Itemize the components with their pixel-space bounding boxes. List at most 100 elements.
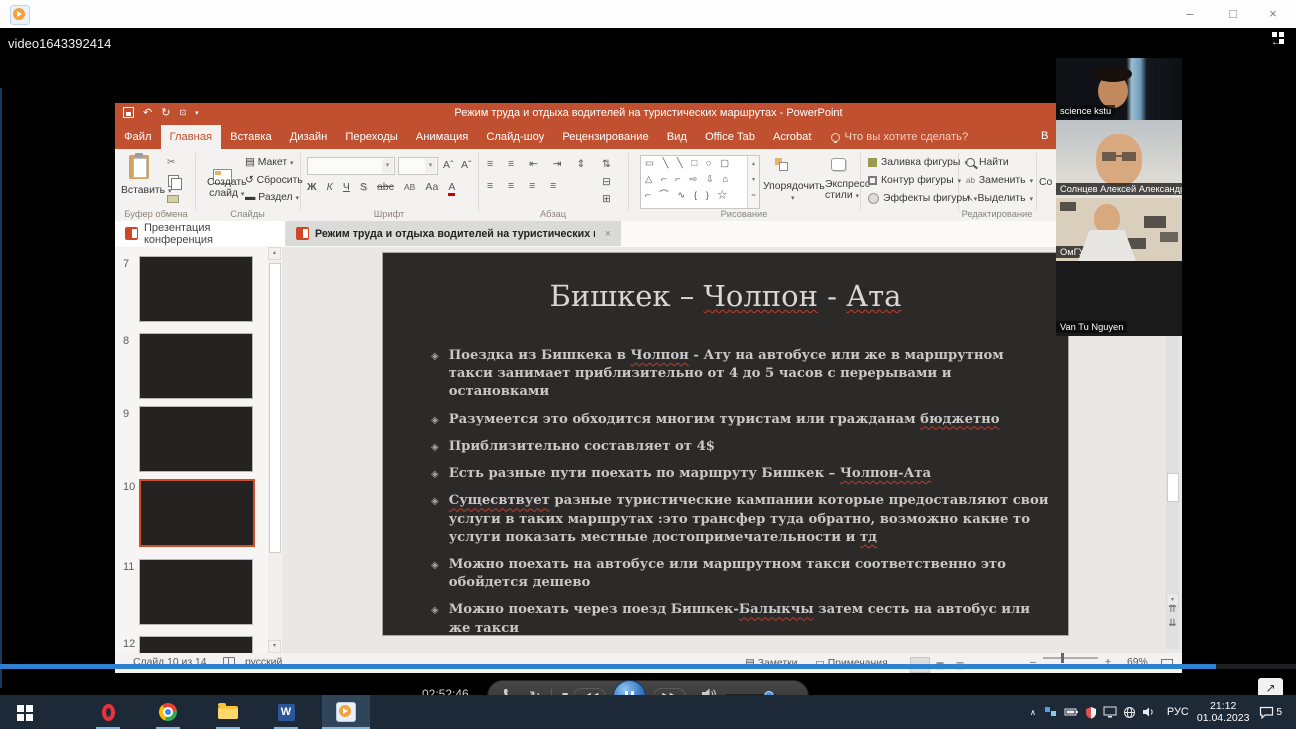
shrink-font-icon[interactable]: Аˇ — [461, 159, 472, 171]
language-switcher[interactable]: РУС — [1167, 706, 1189, 718]
video-canvas[interactable]: video1643392414 ← ↶ ↻ ⊡ ▾ Режим труда и … — [0, 28, 1296, 695]
align-text-icon[interactable]: ⊟ — [602, 176, 611, 188]
reset-button[interactable]: ↺ Сбросить — [245, 174, 303, 186]
close-button[interactable]: × — [1256, 0, 1290, 28]
start-button[interactable] — [0, 695, 48, 729]
shape-effects-button[interactable]: Эффекты фигуры▾ — [868, 193, 977, 204]
slide-body-text[interactable]: ◈Поездка из Бишкека в Чолпон - Ату на ав… — [431, 347, 1052, 647]
participant-name: ОмГУПС — [1056, 246, 1102, 258]
scroll-up-icon[interactable]: ▴ — [268, 247, 281, 260]
misspelled-word: Чолпон — [703, 279, 817, 313]
maximize-button[interactable]: □ — [1216, 0, 1250, 28]
tray-app-icon[interactable] — [1044, 706, 1058, 718]
tab-close-icon[interactable]: × — [605, 228, 611, 240]
list-buttons[interactable]: ≡ ≡ ⇤ ⇥ ⇕ — [487, 158, 591, 170]
bold-button[interactable]: Ж — [307, 181, 317, 193]
shape-fill-button[interactable]: Заливка фигуры▾ — [868, 157, 968, 168]
zoom-slider-thumb[interactable] — [1061, 653, 1064, 663]
action-center-button[interactable]: 5 — [1259, 706, 1282, 719]
convert-smartart-icon[interactable]: ⊞ — [602, 193, 611, 205]
paste-icon[interactable] — [129, 155, 149, 179]
seek-bar[interactable] — [0, 664, 1296, 669]
minimize-button[interactable]: – — [1173, 0, 1207, 28]
display-icon[interactable] — [1103, 706, 1117, 718]
acrobat-text-fragment: Со — [1039, 177, 1052, 188]
network-globe-icon[interactable] — [1123, 706, 1136, 719]
shape-outline-button[interactable]: Контур фигуры▾ — [868, 175, 961, 186]
find-button[interactable]: Найти — [966, 157, 1009, 168]
slide-thumbnail-11[interactable]: 11 — [115, 559, 275, 629]
taskbar-word[interactable]: W — [266, 695, 306, 729]
hidden-icons-chevron[interactable]: ∧ — [1030, 708, 1036, 717]
lightbulb-icon — [831, 133, 840, 142]
bullet-glyph: ◈ — [431, 438, 439, 456]
slide-thumbnail-12[interactable]: 12 — [115, 636, 275, 653]
slide-title[interactable]: Бишкек – Чолпон - Ата — [383, 279, 1068, 313]
format-painter-icon[interactable] — [167, 195, 179, 203]
ribbon-tab-8[interactable]: Вид — [658, 125, 696, 149]
ribbon-tab-3[interactable]: Дизайн — [281, 125, 337, 149]
italic-button[interactable]: К — [327, 181, 333, 193]
ribbon-tab-7[interactable]: Рецензирование — [553, 125, 657, 149]
misspelled-word: Сущесвтвует — [449, 493, 550, 508]
ribbon-tab-6[interactable]: Слайд-шоу — [477, 125, 553, 149]
layout-button[interactable]: ▤ Макет ▾ — [245, 156, 294, 168]
change-case-button[interactable]: Аа — [425, 181, 438, 193]
clock[interactable]: 21:12 01.04.2023 — [1197, 700, 1250, 724]
cut-icon[interactable]: ✂ — [167, 157, 175, 168]
participant-tile-1[interactable]: Солнцев Алексей Александрович — [1056, 120, 1182, 198]
slide-editor[interactable]: Бишкек – Чолпон - Ата ◈Поездка из Бишкек… — [383, 253, 1068, 635]
font-name-combobox[interactable]: ▾ — [307, 157, 395, 175]
taskbar-opera[interactable] — [88, 695, 128, 729]
replace-button[interactable]: abЗаменить▾ — [966, 175, 1033, 186]
copy-icon[interactable] — [168, 175, 179, 187]
participant-tile-2[interactable]: ОмГУПС — [1056, 198, 1182, 261]
battery-icon[interactable] — [1064, 706, 1079, 718]
section-button[interactable]: ▬ Раздел ▾ — [245, 192, 299, 203]
volume-icon[interactable] — [1142, 706, 1156, 718]
taskbar-explorer[interactable] — [208, 695, 248, 729]
quick-styles-button[interactable]: Экспресс-стили ▾ — [825, 179, 873, 201]
underline-button[interactable]: Ч — [343, 181, 350, 193]
next-slide-icon[interactable]: ⇊ — [1166, 617, 1179, 631]
participant-tile-0[interactable]: science kstu — [1056, 58, 1182, 120]
select-button[interactable]: ↖Выделить▾ — [966, 193, 1033, 204]
text-direction-icon[interactable]: ⇅ — [602, 158, 611, 170]
ribbon-tab-5[interactable]: Анимация — [407, 125, 478, 149]
strikethrough-button[interactable]: abc — [377, 181, 394, 193]
text-shadow-button[interactable]: S — [360, 181, 367, 193]
previous-slide-icon[interactable]: ⇈ — [1166, 603, 1179, 617]
arrange-button[interactable]: Упорядочить▾ — [763, 181, 825, 203]
document-tab-2[interactable]: Режим труда и отдыха водителей на турист… — [286, 221, 621, 246]
slide-thumbnail-7[interactable]: 7 — [115, 256, 275, 326]
shapes-gallery[interactable]: ▭ ╲ ╲ □ ○ ▢△ ⌐ ⌐ ⇨ ⇩ ⌂⌐ ⌒ ∿ { } ☆ ▴▾≂ — [640, 155, 760, 209]
slide-thumbnail-10[interactable]: 10 — [115, 479, 275, 549]
ribbon-tab-2[interactable]: Вставка — [221, 125, 281, 149]
security-shield-icon[interactable] — [1085, 706, 1097, 719]
ribbon-tab-1[interactable]: Главная — [161, 125, 222, 149]
ribbon-tab-0[interactable]: Файл — [115, 125, 161, 149]
shapes-gallery-scroll[interactable]: ▴▾≂ — [747, 156, 759, 208]
participant-tile-3[interactable]: Van Tu Nguyen — [1056, 261, 1182, 336]
taskbar-media-player-active[interactable] — [322, 695, 370, 729]
character-spacing-button[interactable]: АВ — [404, 182, 415, 192]
ribbon-tab-9[interactable]: Office Tab — [696, 125, 764, 149]
paste-button[interactable]: Вставить ▾ — [121, 185, 171, 196]
tell-me-box[interactable]: Что вы хотите сделать? — [831, 125, 969, 149]
zoom-slider[interactable] — [1043, 657, 1098, 659]
font-size-combobox[interactable]: ▾ — [398, 157, 438, 175]
scrollbar-thumb[interactable] — [269, 263, 281, 553]
ribbon-tab-4[interactable]: Переходы — [336, 125, 406, 149]
grow-font-icon[interactable]: Аˆ — [443, 159, 454, 171]
thumbnail-scrollbar[interactable]: ▴ ▾ — [268, 247, 281, 653]
document-tab-1[interactable]: Презентация конференция — [115, 221, 286, 246]
ribbon-tab-10[interactable]: Acrobat — [764, 125, 821, 149]
align-buttons[interactable]: ≡ ≡ ≡ ≡ — [487, 180, 562, 192]
font-color-button[interactable]: А — [448, 181, 455, 196]
slide-thumbnail-9[interactable]: 9 — [115, 406, 275, 476]
scroll-down-icon[interactable]: ▾ — [268, 640, 281, 653]
taskbar-chrome[interactable] — [148, 695, 188, 729]
slide-thumbnail-8[interactable]: 8 — [115, 333, 275, 403]
new-slide-button[interactable]: Создатьслайд ▾ — [207, 177, 247, 199]
scrollbar-thumb[interactable] — [1167, 473, 1179, 502]
